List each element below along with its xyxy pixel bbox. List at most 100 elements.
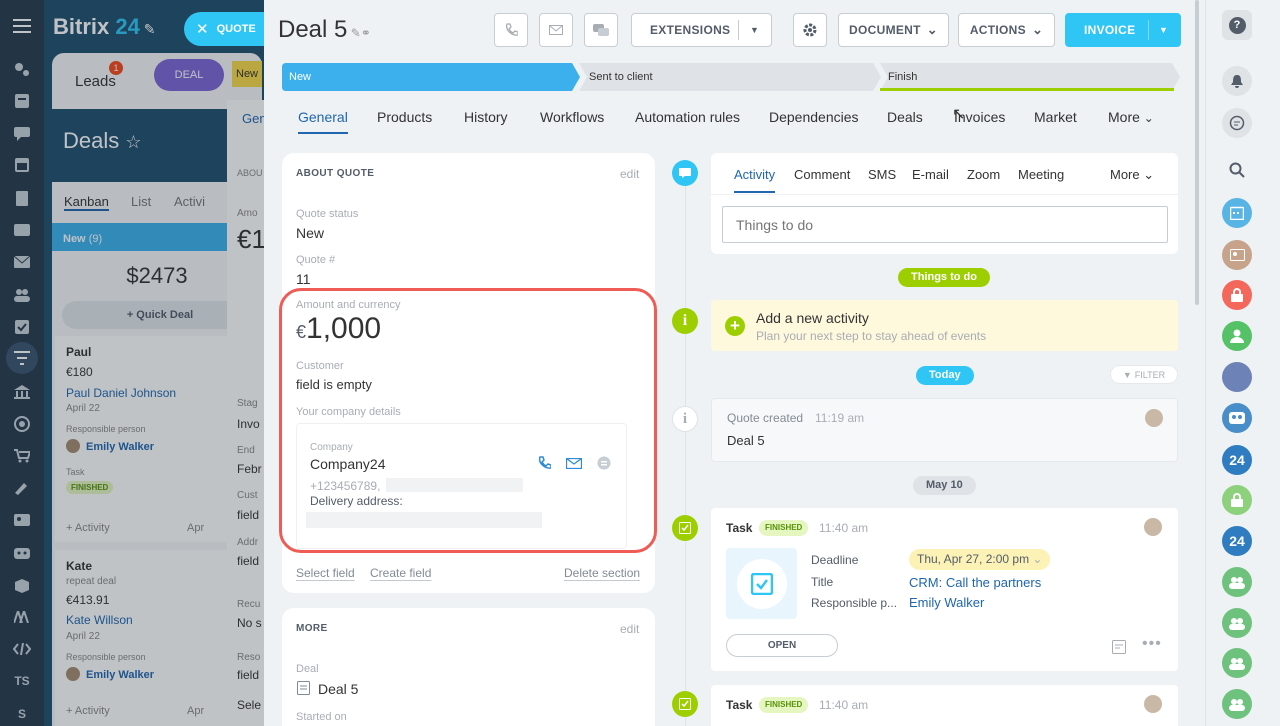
tab-deals[interactable]: Deals (887, 109, 923, 125)
tab-workflows[interactable]: Workflows (540, 109, 604, 125)
group-chat-button[interactable] (1222, 567, 1252, 597)
group-chat-button[interactable] (1222, 608, 1252, 638)
user-chat-button[interactable] (1222, 321, 1252, 351)
view-activity[interactable]: Activi (174, 194, 205, 209)
phone-icon (504, 23, 518, 37)
chat-icon (1229, 115, 1245, 131)
edit-link[interactable]: edit (620, 167, 639, 181)
tab-more-activity[interactable]: More ⌄ (1110, 167, 1154, 183)
invoice-button[interactable]: INVOICE ▼ (1065, 13, 1181, 47)
card-add-activity[interactable]: + Activity (66, 522, 110, 534)
select-field-link[interactable]: Select field (296, 566, 355, 580)
card-contact[interactable]: Kate Willson (66, 613, 133, 627)
extensions-button[interactable]: EXTENSIONS ▼ (631, 13, 772, 47)
tab-market[interactable]: Market (1034, 109, 1077, 125)
add-activity-card[interactable]: + Add a new activity Plan your next step… (711, 300, 1178, 351)
card-contact[interactable]: Paul Daniel Johnson (66, 386, 176, 400)
deadline-value[interactable]: Thu, Apr 27, 2:00 pm ⌄ (909, 549, 1051, 570)
status-value[interactable]: New (296, 225, 324, 241)
more-menu-icon[interactable]: ••• (1142, 635, 1162, 653)
chat-button[interactable] (584, 13, 618, 47)
card-add-activity[interactable]: + Activity (66, 705, 110, 717)
group-chat-button[interactable] (1222, 689, 1252, 719)
tab-deal[interactable]: DEAL (154, 59, 224, 91)
tab-general[interactable]: General (298, 109, 348, 134)
card-date: April 22 (66, 403, 100, 414)
date-badge: May 10 (913, 476, 976, 495)
tab-comment[interactable]: Comment (794, 167, 850, 182)
tab-meeting[interactable]: Meeting (1018, 167, 1064, 182)
peek-text: Invo (237, 417, 260, 431)
note-icon[interactable] (1112, 640, 1126, 654)
call-button[interactable] (494, 13, 528, 47)
chevron-down-icon[interactable]: ▼ (750, 25, 759, 35)
plus-icon[interactable]: + (725, 316, 745, 336)
document-button[interactable]: DOCUMENT ⌄ (838, 13, 949, 47)
bitrix24-chat-button[interactable]: 24 (1222, 445, 1252, 475)
contact-card-icon (1229, 249, 1245, 261)
tab-leads[interactable]: Leads (75, 73, 116, 90)
tab-automation-rules[interactable]: Automation rules (635, 109, 740, 125)
tab-zoom[interactable]: Zoom (967, 167, 1000, 182)
info-node-icon: i (672, 406, 698, 432)
group-chat-button[interactable] (1222, 403, 1252, 433)
card-amount: €180 (66, 365, 93, 379)
kanban-card[interactable]: Paul €180 Paul Daniel Johnson April 22 R… (55, 336, 255, 542)
kanban-card[interactable]: Kate repeat deal €413.91 Kate Willson Ap… (55, 550, 255, 726)
tab-activity[interactable]: Activity (734, 167, 776, 193)
calendar-button[interactable] (1222, 198, 1252, 228)
edit-link[interactable]: edit (620, 622, 639, 636)
tab-sms[interactable]: SMS (868, 167, 896, 182)
delete-section-link[interactable]: Delete section (564, 566, 640, 580)
peek-text: End (237, 445, 255, 456)
stage-new[interactable]: New (282, 63, 580, 91)
lock-chat-button[interactable] (1222, 485, 1252, 515)
peek-text: field (237, 554, 260, 568)
close-slider-button[interactable]: ✕ QUOTE (184, 12, 270, 46)
bitrix24-chat-button[interactable]: 24 (1222, 526, 1252, 556)
deal-value[interactable]: Deal 5 (318, 681, 358, 697)
tab-email[interactable]: E-mail (912, 167, 949, 182)
filter-button[interactable]: ▼ FILTER (1110, 365, 1178, 384)
card-resp[interactable]: Emily Walker (86, 441, 154, 453)
tab-history[interactable]: History (464, 109, 508, 125)
card-resp[interactable]: Emily Walker (86, 669, 154, 681)
tab-new[interactable]: New (232, 61, 262, 87)
email-button[interactable] (539, 13, 573, 47)
actions-button[interactable]: ACTIONS ⌄ (958, 13, 1055, 47)
open-button[interactable]: OPEN (726, 634, 838, 657)
item-deal[interactable]: Deal 5 (727, 433, 765, 448)
chevron-down-icon[interactable]: ▼ (1159, 25, 1168, 35)
help-button[interactable]: ? (1222, 10, 1252, 40)
chevron-down-icon: ⌄ (1143, 111, 1154, 125)
search-button[interactable] (1222, 155, 1252, 185)
messenger-button[interactable] (1222, 108, 1252, 138)
right-sidebar: ? 24 24 (1205, 0, 1280, 726)
status-label: Quote status (296, 208, 359, 220)
task-title-link[interactable]: CRM: Call the partners (909, 575, 1041, 590)
bell-icon (1231, 74, 1243, 88)
view-kanban[interactable]: Kanban (64, 194, 109, 211)
stage-sent[interactable]: Sent to client (579, 63, 881, 91)
tab-products[interactable]: Products (377, 109, 432, 125)
peek-text: Stag (237, 398, 258, 409)
responsible-link[interactable]: Emily Walker (909, 595, 984, 610)
edit-icon[interactable]: ✎⚭ (347, 26, 371, 40)
view-list[interactable]: List (131, 194, 151, 209)
create-field-link[interactable]: Create field (370, 566, 431, 580)
settings-button[interactable] (793, 13, 827, 47)
lock-chat-button[interactable] (1222, 280, 1252, 310)
contacts-button[interactable] (1222, 240, 1252, 270)
stage-finish[interactable]: Finish (880, 63, 1180, 91)
number-value[interactable]: 11 (296, 271, 311, 287)
group-chat-button[interactable] (1222, 648, 1252, 678)
scrollbar[interactable] (1195, 0, 1199, 305)
things-to-do-input[interactable] (722, 206, 1168, 243)
chevron-down-icon: ⌄ (1143, 167, 1155, 182)
notifications-button[interactable] (1222, 66, 1252, 96)
tab-more[interactable]: More ⌄ (1108, 109, 1154, 125)
peek-text: ABOU (237, 168, 263, 178)
tab-dependencies[interactable]: Dependencies (769, 109, 859, 125)
search-icon (1229, 162, 1245, 178)
avatar[interactable] (1222, 362, 1252, 392)
